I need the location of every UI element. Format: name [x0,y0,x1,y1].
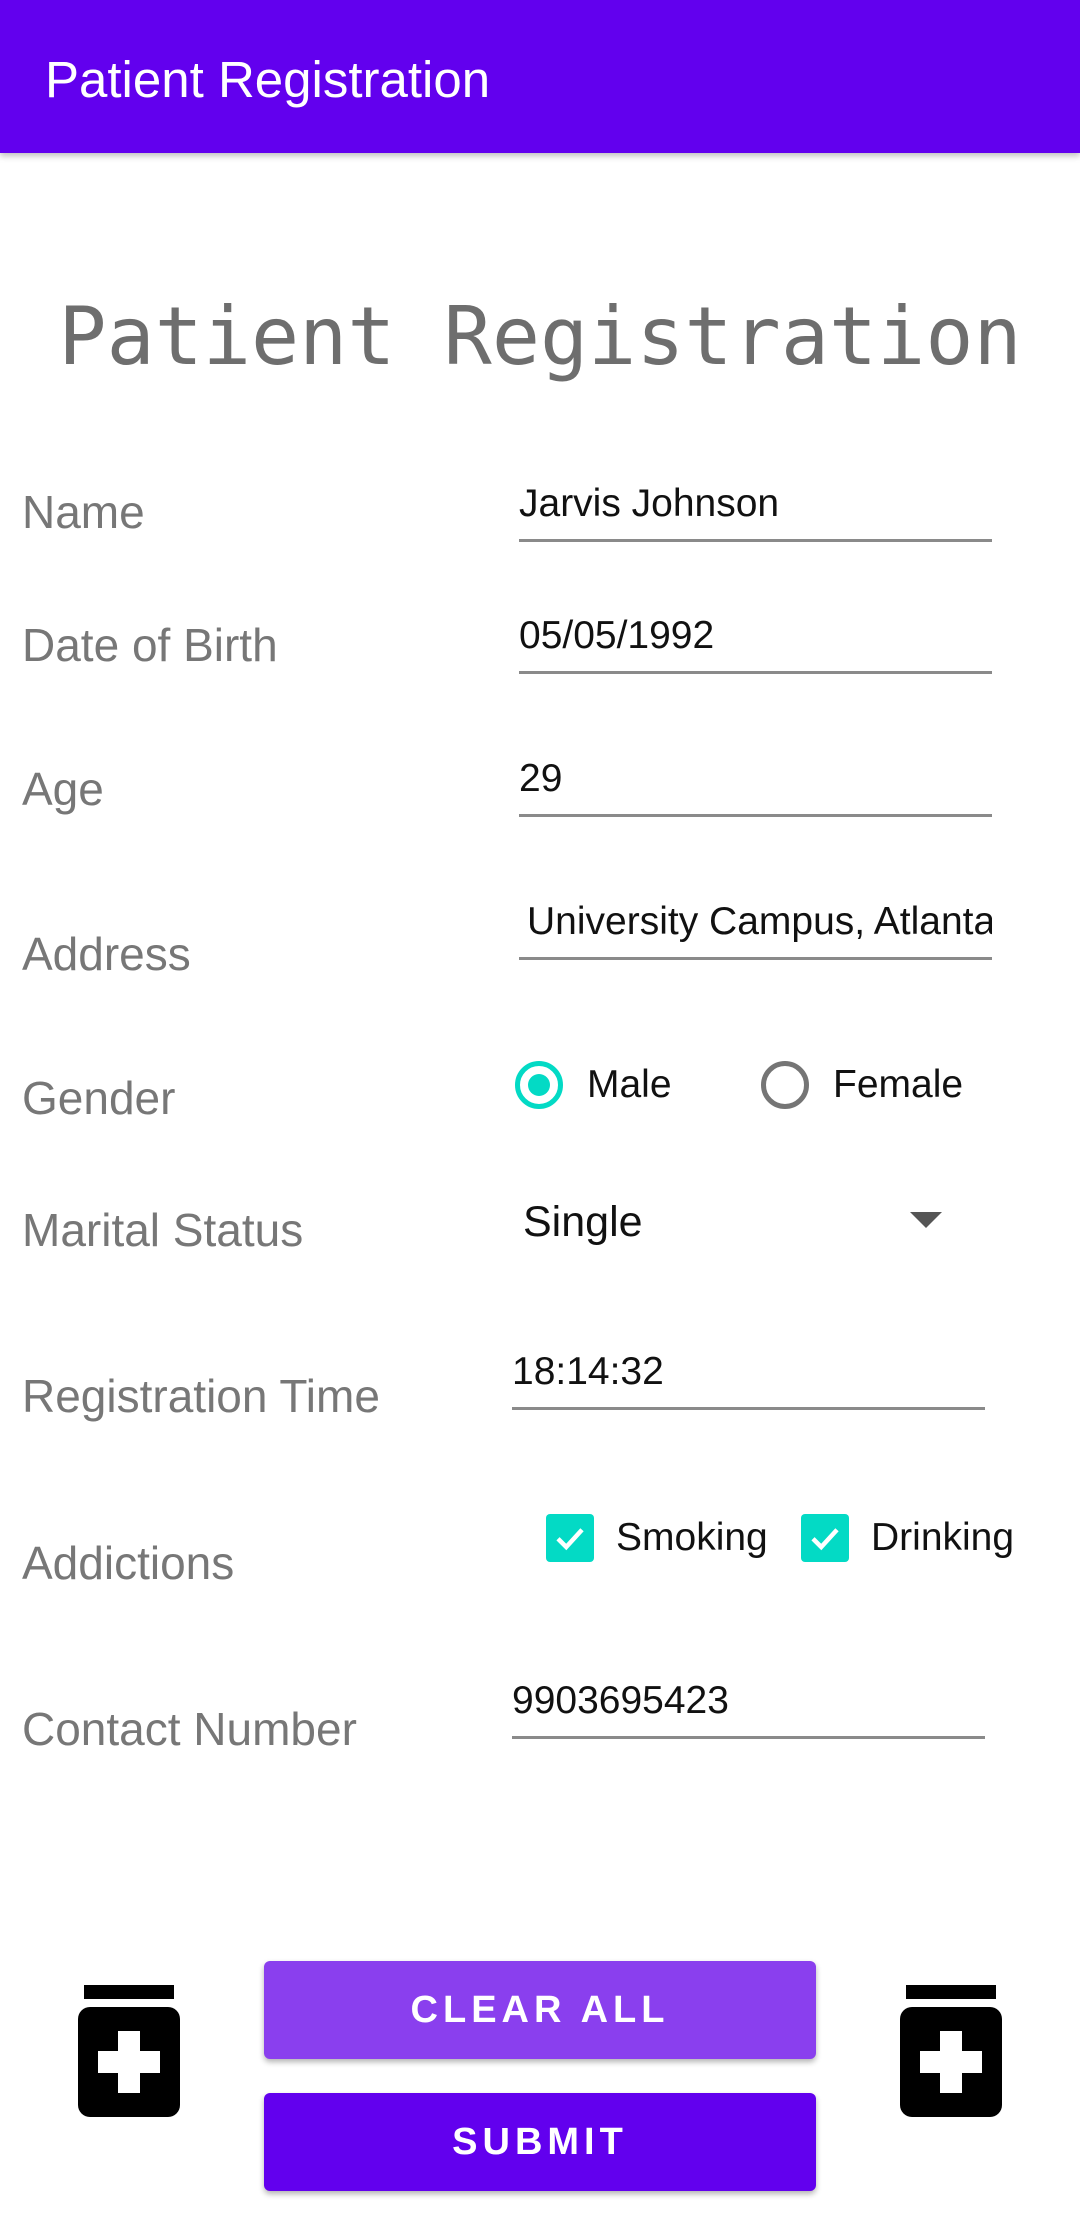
radio-checked-icon [515,1061,563,1109]
dob-value: 05/05/1992 [519,614,715,657]
gender-option-label: Female [833,1063,964,1106]
addiction-option-label: Drinking [871,1516,1015,1559]
registration-time-label: Registration Time [22,1370,380,1422]
drinking-checkbox[interactable]: Drinking [801,1514,1014,1562]
name-value: Jarvis Johnson [519,482,780,525]
dropdown-arrow-icon [910,1212,942,1228]
name-label: Name [22,486,145,538]
address-value: University Campus, Atlanta [527,900,992,943]
checkbox-checked-icon [546,1514,594,1562]
dob-label: Date of Birth [22,619,278,671]
registration-time-value: 18:14:32 [512,1350,664,1393]
age-field[interactable]: 29 [519,757,992,817]
medicine-jar-icon [900,1985,1002,2117]
checkbox-checked-icon [801,1514,849,1562]
marital-status-dropdown[interactable]: Single [520,1190,950,1260]
name-field[interactable]: Jarvis Johnson [519,482,992,542]
gender-option-label: Male [587,1063,672,1106]
contact-number-field[interactable]: 9903695423 [512,1679,985,1739]
dob-field[interactable]: 05/05/1992 [519,614,992,674]
app-bar: Patient Registration [0,0,1080,153]
registration-time-field[interactable]: 18:14:32 [512,1350,985,1410]
marital-status-value: Single [523,1198,643,1246]
address-label: Address [22,928,191,980]
addiction-option-label: Smoking [616,1516,768,1559]
gender-radio-male[interactable]: Male [515,1061,672,1109]
age-value: 29 [519,757,563,800]
addictions-label: Addictions [22,1537,235,1589]
gender-label: Gender [22,1072,176,1124]
page-title: Patient Registration [58,290,1022,383]
contact-number-value: 9903695423 [512,1679,729,1722]
contact-number-label: Contact Number [22,1703,357,1755]
address-field[interactable]: University Campus, Atlanta [519,900,992,960]
marital-status-label: Marital Status [22,1204,304,1256]
age-label: Age [22,763,104,815]
submit-button[interactable]: Submit [264,2093,816,2191]
clear-all-button[interactable]: Clear all [264,1961,816,2059]
smoking-checkbox[interactable]: Smoking [546,1514,768,1562]
medicine-jar-icon [78,1985,180,2117]
radio-unchecked-icon [761,1061,809,1109]
app-bar-title: Patient Registration [45,51,491,108]
gender-radio-female[interactable]: Female [761,1061,963,1109]
